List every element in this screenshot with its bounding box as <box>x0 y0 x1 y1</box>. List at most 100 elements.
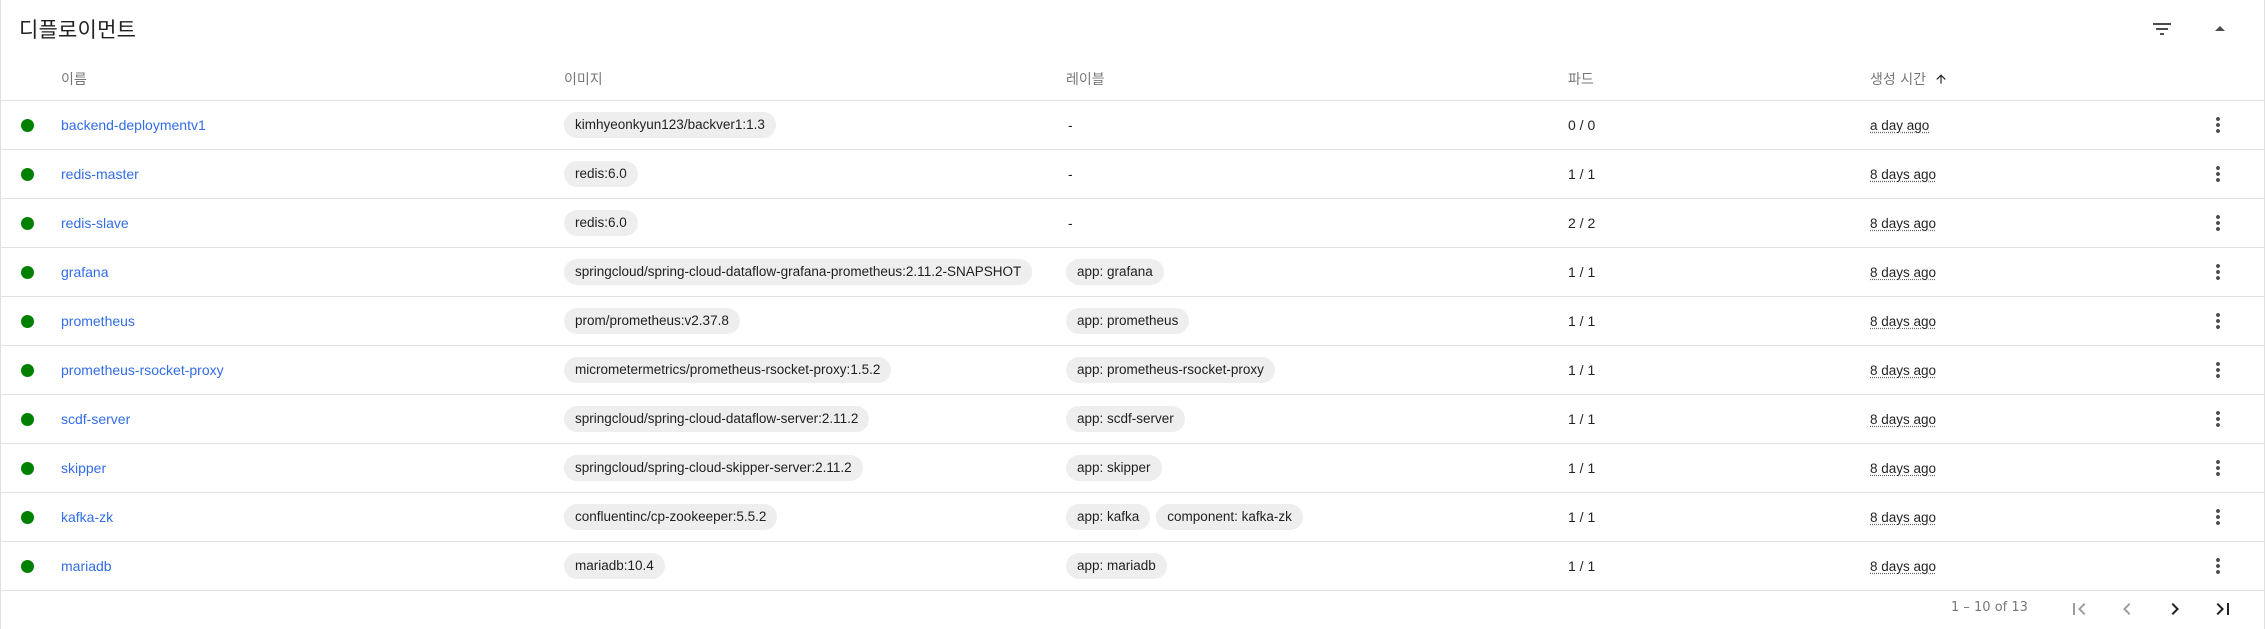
image-chip: springcloud/spring-cloud-dataflow-server… <box>564 406 870 432</box>
labels-column-label: 레이블 <box>1066 72 1105 88</box>
image-cell: springcloud/spring-cloud-skipper-server:… <box>564 443 1066 493</box>
pods-count: 1 / 1 <box>1568 558 1596 574</box>
pods-cell: 1 / 1 <box>1568 443 1870 493</box>
name-cell: kafka-zk <box>61 492 564 542</box>
created-column-header[interactable]: 생성 시간 <box>1870 58 2170 101</box>
card-title: 디플로이먼트 <box>19 18 137 42</box>
image-cell: confluentinc/cp-zookeeper:5.5.2 <box>564 492 1066 542</box>
pods-count: 0 / 0 <box>1568 117 1596 133</box>
deployment-name-link[interactable]: prometheus-rsocket-proxy <box>61 362 224 378</box>
created-age: a day ago <box>1870 118 1930 133</box>
first-page-icon <box>2073 603 2086 615</box>
pods-cell: 2 / 2 <box>1568 198 1870 248</box>
name-cell: backend-deploymentv1 <box>61 100 564 150</box>
label-chip: app: prometheus-rsocket-proxy <box>1066 357 1275 383</box>
status-running-icon <box>21 314 34 328</box>
label-chip: app: scdf-server <box>1066 406 1185 432</box>
row-menu-button[interactable] <box>2200 156 2236 192</box>
deployment-name-link[interactable]: skipper <box>61 460 106 476</box>
status-running-icon <box>21 265 34 279</box>
row-menu-button[interactable] <box>2200 107 2236 143</box>
row-menu-button[interactable] <box>2200 352 2236 388</box>
card-header: 디플로이먼트 <box>1 0 2264 58</box>
pods-count: 1 / 1 <box>1568 460 1596 476</box>
first-page-button[interactable] <box>2059 589 2099 629</box>
created-cell: 8 days ago <box>1870 541 2170 591</box>
created-age: 8 days ago <box>1870 510 1937 525</box>
table-row: backend-deploymentv1 kimhyeonkyun123/back… <box>1 100 2264 150</box>
deployment-name-link[interactable]: redis-slave <box>61 215 129 231</box>
filter-list-icon <box>2153 23 2171 35</box>
labels-cell: - <box>1066 100 1568 150</box>
row-menu-button[interactable] <box>2200 254 2236 290</box>
status-running-icon <box>21 118 34 132</box>
status-running-icon <box>21 510 34 524</box>
row-menu-button[interactable] <box>2200 303 2236 339</box>
row-menu-button[interactable] <box>2200 548 2236 584</box>
previous-page-button[interactable] <box>2107 589 2147 629</box>
labels-cell: - <box>1066 149 1568 199</box>
label-chip: component: kafka-zk <box>1156 504 1303 530</box>
row-menu-button[interactable] <box>2200 205 2236 241</box>
image-chip: confluentinc/cp-zookeeper:5.5.2 <box>564 504 778 530</box>
status-running-icon <box>21 216 34 230</box>
created-cell: 8 days ago <box>1870 443 2170 493</box>
actions-cell <box>2170 198 2264 248</box>
deployment-name-link[interactable]: prometheus <box>61 313 135 329</box>
status-running-icon <box>21 363 34 377</box>
label-chip: app: grafana <box>1066 259 1164 285</box>
deployment-name-link[interactable]: kafka-zk <box>61 509 113 525</box>
name-column-label: 이름 <box>61 72 87 88</box>
table-row: prometheus prom/prometheus:v2.37.8 app: pr… <box>1 296 2264 346</box>
deployment-name-link[interactable]: backend-deploymentv1 <box>61 117 206 133</box>
last-page-icon <box>2216 603 2229 615</box>
image-chip: kimhyeonkyun123/backver1:1.3 <box>564 112 776 138</box>
deployment-name-link[interactable]: grafana <box>61 264 108 280</box>
image-chip: springcloud/spring-cloud-dataflow-grafan… <box>564 259 1033 285</box>
arrow-upward-icon <box>1936 74 1947 84</box>
name-cell: prometheus-rsocket-proxy <box>61 345 564 395</box>
name-cell: mariadb <box>61 541 564 591</box>
paginator: 1 – 10 of 13 <box>1 586 2264 629</box>
labels-cell: app: prometheus <box>1066 296 1568 346</box>
image-chip: prom/prometheus:v2.37.8 <box>564 308 740 334</box>
actions-cell <box>2170 149 2264 199</box>
name-cell: scdf-server <box>61 394 564 444</box>
pods-column-label: 파드 <box>1568 72 1594 88</box>
image-cell: redis:6.0 <box>564 198 1066 248</box>
row-menu-button[interactable] <box>2200 450 2236 486</box>
created-cell: 8 days ago <box>1870 198 2170 248</box>
table-row: kafka-zk confluentinc/cp-zookeeper:5.5.2 a… <box>1 492 2264 542</box>
more-vert-icon <box>2216 460 2220 476</box>
created-cell: 8 days ago <box>1870 247 2170 297</box>
name-cell: skipper <box>61 443 564 493</box>
collapse-button[interactable] <box>2200 9 2240 49</box>
status-cell <box>1 296 61 346</box>
row-menu-button[interactable] <box>2200 401 2236 437</box>
pods-count: 1 / 1 <box>1568 411 1596 427</box>
pods-cell: 1 / 1 <box>1568 296 1870 346</box>
pods-cell: 0 / 0 <box>1568 100 1870 150</box>
created-age: 8 days ago <box>1870 559 1937 574</box>
next-page-button[interactable] <box>2155 589 2195 629</box>
actions-cell <box>2170 296 2264 346</box>
filter-button[interactable] <box>2142 9 2182 49</box>
name-cell: prometheus <box>61 296 564 346</box>
created-age: 8 days ago <box>1870 265 1937 280</box>
name-column-header[interactable]: 이름 <box>61 58 564 101</box>
more-vert-icon <box>2216 117 2220 133</box>
actions-cell <box>2170 541 2264 591</box>
table-row: redis-master redis:6.0 - 1 / 1 8 days ago <box>1 149 2264 199</box>
label-chip: app: skipper <box>1066 455 1162 481</box>
last-page-button[interactable] <box>2203 589 2243 629</box>
status-cell <box>1 198 61 248</box>
deployment-name-link[interactable]: redis-master <box>61 166 139 182</box>
pods-count: 1 / 1 <box>1568 362 1596 378</box>
more-vert-icon <box>2216 362 2220 378</box>
created-age: 8 days ago <box>1870 363 1937 378</box>
status-cell <box>1 247 61 297</box>
deployment-name-link[interactable]: mariadb <box>61 558 112 574</box>
deployment-name-link[interactable]: scdf-server <box>61 411 130 427</box>
pods-cell: 1 / 1 <box>1568 492 1870 542</box>
row-menu-button[interactable] <box>2200 499 2236 535</box>
